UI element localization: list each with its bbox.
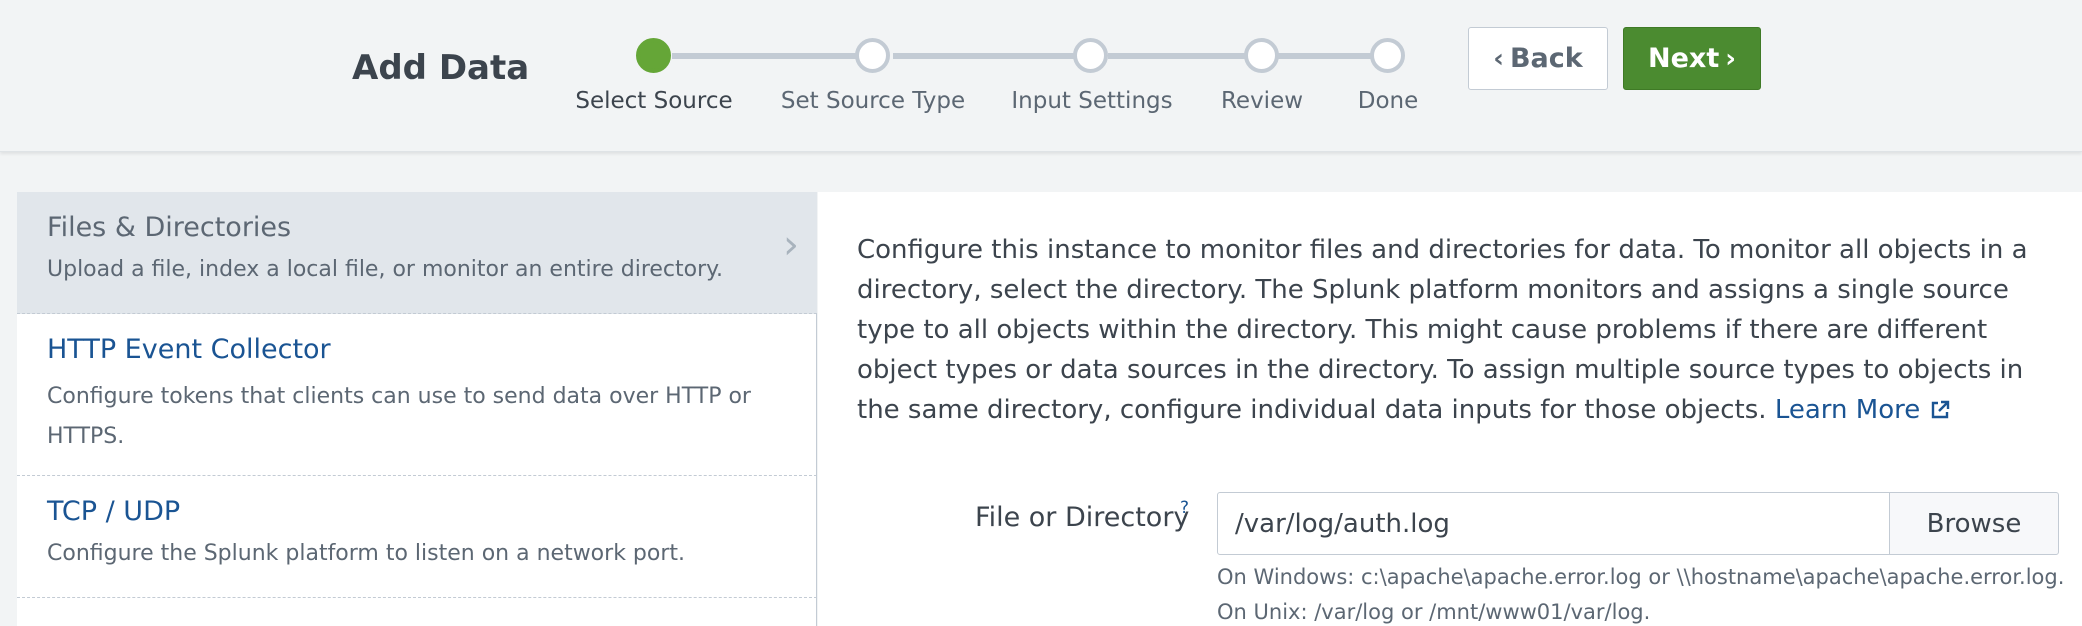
- step-connector: [1108, 53, 1256, 59]
- source-item-http-event-collector[interactable]: HTTP Event Collector Configure tokens th…: [17, 314, 817, 476]
- next-button[interactable]: Next ›: [1623, 27, 1761, 90]
- source-title: Files & Directories: [47, 212, 292, 243]
- step-label-done: Done: [1357, 88, 1419, 114]
- source-detail-panel: Configure this instance to monitor files…: [818, 192, 2082, 626]
- step-label-set-source-type: Set Source Type: [780, 88, 966, 114]
- chevron-left-icon: ‹: [1493, 43, 1504, 74]
- path-hint: On Windows: c:\apache\apache.error.log o…: [1217, 565, 2065, 624]
- source-description: Configure tokens that clients can use to…: [47, 384, 751, 449]
- step-label-select-source: Select Source: [575, 88, 733, 114]
- step-dot-done: [1370, 38, 1405, 73]
- source-title: TCP / UDP: [47, 496, 181, 527]
- step-connector: [1277, 53, 1373, 59]
- chevron-right-icon: ›: [1725, 43, 1736, 74]
- source-list: Files & Directories Upload a file, index…: [17, 192, 817, 626]
- step-dot-review: [1244, 38, 1279, 73]
- step-label-input-settings: Input Settings: [1011, 88, 1173, 114]
- source-item-files-directories[interactable]: Files & Directories Upload a file, index…: [17, 192, 817, 314]
- learn-more-label: Learn More: [1774, 395, 1921, 425]
- source-item-tcp-udp[interactable]: TCP / UDP Configure the Splunk platform …: [17, 476, 817, 598]
- chevron-right-icon: ›: [783, 222, 799, 268]
- learn-more-link[interactable]: Learn More: [1775, 395, 1950, 425]
- step-dot-set-source-type: [855, 38, 890, 73]
- file-or-directory-input[interactable]: [1217, 492, 1890, 555]
- step-dot-input-settings: [1073, 38, 1108, 73]
- step-connector: [672, 53, 862, 59]
- back-button[interactable]: ‹ Back: [1468, 27, 1608, 90]
- step-label-review: Review: [1220, 88, 1304, 114]
- file-or-directory-label: File or Directory: [975, 502, 1190, 533]
- page-title: Add Data: [352, 48, 530, 88]
- step-connector: [893, 53, 1078, 59]
- help-icon[interactable]: ?: [1180, 498, 1189, 518]
- next-button-label: Next: [1648, 43, 1720, 74]
- source-title: HTTP Event Collector: [47, 334, 331, 365]
- back-button-label: Back: [1509, 43, 1583, 74]
- source-description: Upload a file, index a local file, or mo…: [47, 257, 724, 282]
- panel-description: Configure this instance to monitor files…: [857, 230, 2047, 430]
- browse-button[interactable]: Browse: [1889, 492, 2059, 555]
- add-data-header: Add Data Select Source Set Source Type I…: [0, 0, 2082, 152]
- external-link-icon: [1932, 400, 1950, 419]
- source-description: Configure the Splunk platform to listen …: [47, 541, 686, 566]
- step-dot-select-source: [636, 38, 671, 73]
